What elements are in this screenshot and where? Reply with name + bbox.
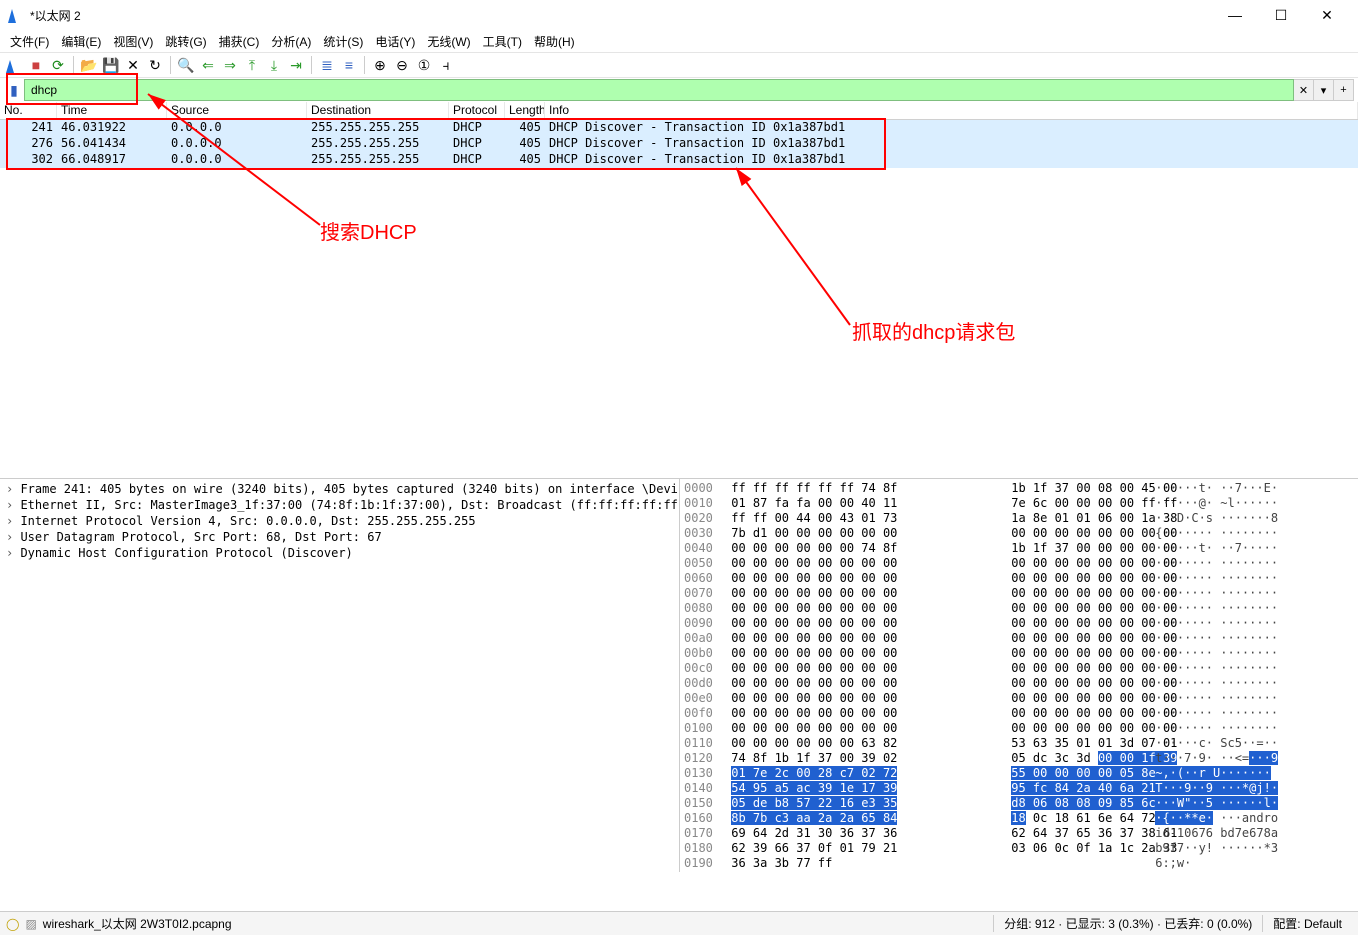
hex-row[interactable]: 0130 01 7e 2c 00 28 c7 02 7255 00 00 00 … xyxy=(684,766,1354,781)
hex-row[interactable]: 0190 36 3a 3b 77 ff6:;w· xyxy=(684,856,1354,871)
hex-row[interactable]: 0020 ff ff 00 44 00 43 01 731a 8e 01 01 … xyxy=(684,511,1354,526)
statusbar: ◯ ▨ wireshark_以太网 2W3T0I2.pcapng 分组: 912… xyxy=(0,911,1358,935)
autoscroll-icon[interactable]: ≣ xyxy=(317,55,337,75)
maximize-button[interactable]: ☐ xyxy=(1258,0,1304,30)
bookmark-filter-icon[interactable]: ▮ xyxy=(4,80,24,100)
table-row[interactable]: 27656.0414340.0.0.0255.255.255.255DHCP40… xyxy=(0,136,1358,152)
jump-icon[interactable]: ⤒ xyxy=(242,55,262,75)
status-profile[interactable]: 配置: Default xyxy=(1263,915,1352,932)
status-packets: 分组: 912 · 已显示: 3 (0.3%) · 已丢弃: 0 (0.0%) xyxy=(993,915,1263,932)
hex-row[interactable]: 0150 05 de b8 57 22 16 e3 35d8 06 08 08 … xyxy=(684,796,1354,811)
toolbar: ■ ⟳ 📂 💾 ✕ ↻ 🔍 ⇐ ⇒ ⤒ ⤓ ⇥ ≣ ≡ ⊕ ⊖ ① ⫞ xyxy=(0,52,1358,78)
go-first-icon[interactable]: ⤓ xyxy=(264,55,284,75)
col-info[interactable]: Info xyxy=(545,102,1358,119)
detail-row[interactable]: Frame 241: 405 bytes on wire (3240 bits)… xyxy=(6,481,673,497)
packet-list-header: No. Time Source Destination Protocol Len… xyxy=(0,102,1358,120)
recent-filter-button[interactable]: ▾ xyxy=(1314,79,1334,101)
menu-wireless[interactable]: 无线(W) xyxy=(421,31,476,52)
close-file-icon[interactable]: ✕ xyxy=(123,55,143,75)
hex-row[interactable]: 00f0 00 00 00 00 00 00 00 0000 00 00 00 … xyxy=(684,706,1354,721)
hex-row[interactable]: 0060 00 00 00 00 00 00 00 0000 00 00 00 … xyxy=(684,571,1354,586)
menu-analyze[interactable]: 分析(A) xyxy=(265,31,317,52)
packet-list[interactable]: No. Time Source Destination Protocol Len… xyxy=(0,102,1358,168)
detail-row[interactable]: Ethernet II, Src: MasterImage3_1f:37:00 … xyxy=(6,497,673,513)
col-protocol[interactable]: Protocol xyxy=(449,102,505,119)
menu-go[interactable]: 跳转(G) xyxy=(159,31,212,52)
save-file-icon[interactable]: 💾 xyxy=(101,55,121,75)
menu-file[interactable]: 文件(F) xyxy=(4,31,55,52)
hex-row[interactable]: 0040 00 00 00 00 00 00 74 8f1b 1f 37 00 … xyxy=(684,541,1354,556)
status-ready-icon: ▨ xyxy=(25,917,36,931)
hex-row[interactable]: 00a0 00 00 00 00 00 00 00 0000 00 00 00 … xyxy=(684,631,1354,646)
hex-row[interactable]: 00d0 00 00 00 00 00 00 00 0000 00 00 00 … xyxy=(684,676,1354,691)
colorize-icon[interactable]: ≡ xyxy=(339,55,359,75)
table-row[interactable]: 24146.0319220.0.0.0255.255.255.255DHCP40… xyxy=(0,120,1358,136)
menu-stats[interactable]: 统计(S) xyxy=(317,31,369,52)
hex-row[interactable]: 0000 ff ff ff ff ff ff 74 8f1b 1f 37 00 … xyxy=(684,481,1354,496)
packet-bytes-pane[interactable]: 0000 ff ff ff ff ff ff 74 8f1b 1f 37 00 … xyxy=(680,479,1358,872)
menu-phone[interactable]: 电话(Y) xyxy=(369,31,421,52)
back-icon[interactable]: ⇐ xyxy=(198,55,218,75)
clear-filter-button[interactable]: ✕ xyxy=(1294,79,1314,101)
hex-row[interactable]: 00e0 00 00 00 00 00 00 00 0000 00 00 00 … xyxy=(684,691,1354,706)
window-title: *以太网 2 xyxy=(30,7,1212,24)
reload-icon[interactable]: ↻ xyxy=(145,55,165,75)
detail-row[interactable]: User Datagram Protocol, Src Port: 68, Ds… xyxy=(6,529,673,545)
restart-capture-icon[interactable]: ⟳ xyxy=(48,55,68,75)
titlebar: *以太网 2 — ☐ ✕ xyxy=(0,0,1358,30)
menu-view[interactable]: 视图(V) xyxy=(107,31,159,52)
forward-icon[interactable]: ⇒ xyxy=(220,55,240,75)
close-button[interactable]: ✕ xyxy=(1304,0,1350,30)
find-icon[interactable]: 🔍 xyxy=(176,55,196,75)
hex-row[interactable]: 0090 00 00 00 00 00 00 00 0000 00 00 00 … xyxy=(684,616,1354,631)
col-time[interactable]: Time xyxy=(57,102,167,119)
hex-row[interactable]: 0110 00 00 00 00 00 00 63 8253 63 35 01 … xyxy=(684,736,1354,751)
minimize-button[interactable]: — xyxy=(1212,0,1258,30)
hex-row[interactable]: 0080 00 00 00 00 00 00 00 0000 00 00 00 … xyxy=(684,601,1354,616)
zoom-reset-icon[interactable]: ① xyxy=(414,55,434,75)
filter-bar: ▮ ✕ ▾ + xyxy=(0,78,1358,102)
go-last-icon[interactable]: ⇥ xyxy=(286,55,306,75)
hex-row[interactable]: 0050 00 00 00 00 00 00 00 0000 00 00 00 … xyxy=(684,556,1354,571)
packet-list-empty-area xyxy=(0,168,1358,478)
hex-row[interactable]: 00c0 00 00 00 00 00 00 00 0000 00 00 00 … xyxy=(684,661,1354,676)
hex-row[interactable]: 0160 8b 7b c3 aa 2a 2a 65 8418 0c 18 61 … xyxy=(684,811,1354,826)
hex-row[interactable]: 0170 69 64 2d 31 30 36 37 3662 64 37 65 … xyxy=(684,826,1354,841)
zoom-in-icon[interactable]: ⊕ xyxy=(370,55,390,75)
menu-edit[interactable]: 编辑(E) xyxy=(55,31,107,52)
add-filter-button[interactable]: + xyxy=(1334,79,1354,101)
menubar: 文件(F) 编辑(E) 视图(V) 跳转(G) 捕获(C) 分析(A) 统计(S… xyxy=(0,30,1358,52)
menu-help[interactable]: 帮助(H) xyxy=(528,31,581,52)
col-no[interactable]: No. xyxy=(0,102,57,119)
detail-row[interactable]: Dynamic Host Configuration Protocol (Dis… xyxy=(6,545,673,561)
app-icon xyxy=(8,7,24,23)
col-source[interactable]: Source xyxy=(167,102,307,119)
resize-cols-icon[interactable]: ⫞ xyxy=(436,55,456,75)
hex-row[interactable]: 0010 01 87 fa fa 00 00 40 117e 6c 00 00 … xyxy=(684,496,1354,511)
col-length[interactable]: Length xyxy=(505,102,545,119)
start-capture-icon[interactable] xyxy=(4,55,24,75)
display-filter-input[interactable] xyxy=(24,79,1294,101)
hex-row[interactable]: 0070 00 00 00 00 00 00 00 0000 00 00 00 … xyxy=(684,586,1354,601)
status-file: wireshark_以太网 2W3T0I2.pcapng xyxy=(43,915,232,932)
table-row[interactable]: 30266.0489170.0.0.0255.255.255.255DHCP40… xyxy=(0,152,1358,168)
status-circle-icon: ◯ xyxy=(6,917,19,931)
col-destination[interactable]: Destination xyxy=(307,102,449,119)
zoom-out-icon[interactable]: ⊖ xyxy=(392,55,412,75)
menu-capture[interactable]: 捕获(C) xyxy=(213,31,266,52)
hex-row[interactable]: 0120 74 8f 1b 1f 37 00 39 0205 dc 3c 3d … xyxy=(684,751,1354,766)
detail-row[interactable]: Internet Protocol Version 4, Src: 0.0.0.… xyxy=(6,513,673,529)
hex-row[interactable]: 0140 54 95 a5 ac 39 1e 17 3995 fc 84 2a … xyxy=(684,781,1354,796)
hex-row[interactable]: 0100 00 00 00 00 00 00 00 0000 00 00 00 … xyxy=(684,721,1354,736)
hex-row[interactable]: 00b0 00 00 00 00 00 00 00 0000 00 00 00 … xyxy=(684,646,1354,661)
stop-capture-icon[interactable]: ■ xyxy=(26,55,46,75)
hex-row[interactable]: 0030 7b d1 00 00 00 00 00 0000 00 00 00 … xyxy=(684,526,1354,541)
packet-details-pane[interactable]: Frame 241: 405 bytes on wire (3240 bits)… xyxy=(0,479,680,872)
open-file-icon[interactable]: 📂 xyxy=(79,55,99,75)
hex-row[interactable]: 0180 62 39 66 37 0f 01 79 2103 06 0c 0f … xyxy=(684,841,1354,856)
menu-tools[interactable]: 工具(T) xyxy=(477,31,528,52)
